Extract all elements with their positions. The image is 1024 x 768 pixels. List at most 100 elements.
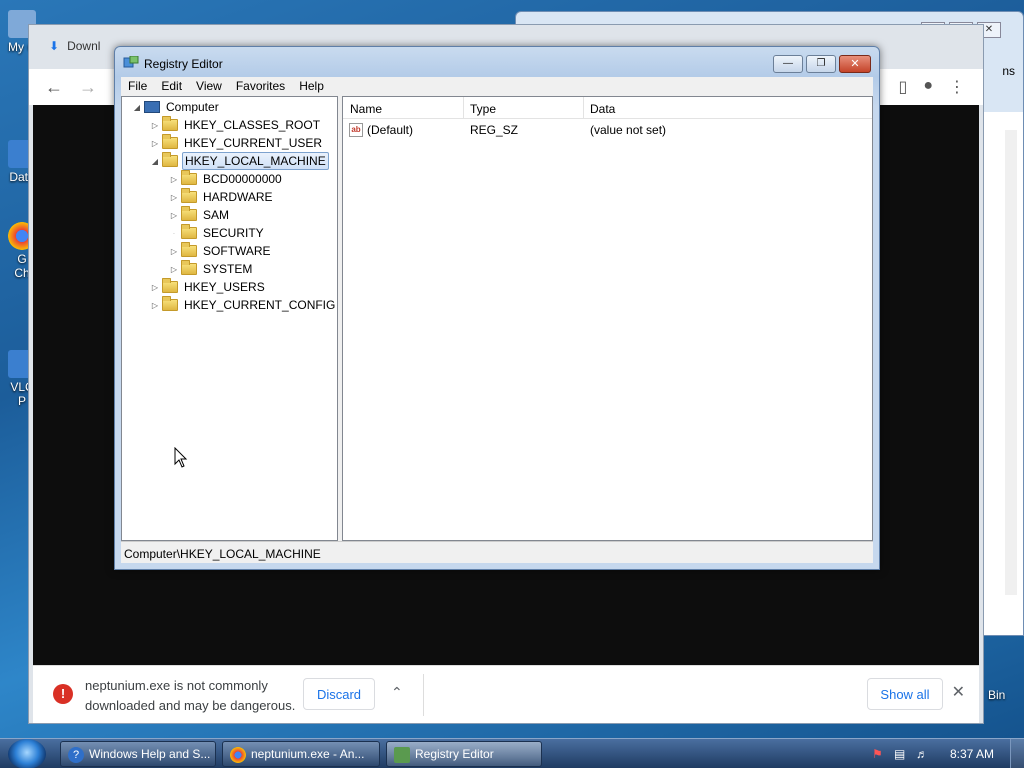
- tree-node-key[interactable]: ▷ HARDWARE: [169, 188, 275, 206]
- collapse-icon[interactable]: ◢: [132, 103, 142, 112]
- folder-icon: [162, 278, 178, 293]
- folder-icon: [181, 206, 197, 221]
- menu-bar: File Edit View Favorites Help: [121, 77, 873, 96]
- taskbar: ? Windows Help and S... neptunium.exe - …: [0, 738, 1024, 768]
- expand-icon[interactable]: ▷: [150, 301, 160, 310]
- minimize-icon[interactable]: —: [773, 55, 803, 73]
- column-header-name[interactable]: Name: [350, 102, 382, 116]
- maximize-icon[interactable]: ❐: [806, 55, 836, 73]
- folder-icon: [181, 170, 197, 185]
- value-type: REG_SZ: [470, 123, 519, 137]
- tree-node-key[interactable]: ▷ SAM: [169, 206, 231, 224]
- menu-file[interactable]: File: [121, 77, 154, 96]
- tree-node-hive[interactable]: ▷ HKEY_CURRENT_USER: [150, 134, 324, 152]
- show-desktop-button[interactable]: [1010, 739, 1024, 768]
- expand-icon[interactable]: ▷: [169, 175, 179, 184]
- download-icon: ⬇: [49, 39, 60, 53]
- chrome-icon: [230, 747, 246, 763]
- menu-view[interactable]: View: [189, 77, 229, 96]
- taskbar-button-label: neptunium.exe - An...: [251, 747, 365, 761]
- download-warning-text: neptunium.exe is not commonly downloaded…: [85, 678, 296, 713]
- tree-node-hive[interactable]: ▷ HKEY_CURRENT_CONFIG: [150, 296, 337, 314]
- column-divider[interactable]: [583, 97, 584, 119]
- help-icon: ?: [68, 747, 84, 763]
- tree-node-key[interactable]: ▷ SOFTWARE: [169, 242, 273, 260]
- column-divider[interactable]: [463, 97, 464, 119]
- computer-icon: [144, 101, 160, 113]
- chevron-up-icon[interactable]: ⌃: [391, 684, 403, 701]
- close-icon[interactable]: ✕: [952, 682, 965, 702]
- system-tray: ⚑ ▤ ♬ 8:37 AM: [864, 739, 1024, 768]
- registry-tree[interactable]: ◢ Computer ▷ HKEY_CLASSES_ROOT ▷ HKEY_CU…: [121, 96, 338, 541]
- registry-icon: [394, 747, 410, 763]
- title-bar[interactable]: Registry Editor — ❐ ✕: [115, 47, 879, 77]
- expand-icon[interactable]: ▷: [169, 211, 179, 220]
- download-bar: ! neptunium.exe is not commonly download…: [33, 665, 979, 723]
- expand-icon[interactable]: ▷: [150, 121, 160, 130]
- registry-editor-window[interactable]: Registry Editor — ❐ ✕ File Edit View Fav…: [114, 46, 880, 570]
- tree-node-key[interactable]: ▷ BCD00000000: [169, 170, 284, 188]
- tab-label: Downl: [67, 39, 101, 53]
- tree-node-hive[interactable]: ▷ HKEY_CLASSES_ROOT: [150, 116, 322, 134]
- window-edge-text: ns: [1002, 64, 1015, 78]
- profile-icon[interactable]: ●: [923, 77, 933, 97]
- tab-downloads[interactable]: ⬇ Downl: [49, 39, 100, 53]
- mouse-cursor-icon: [174, 447, 188, 468]
- string-value-icon: ab: [349, 123, 363, 137]
- expand-icon[interactable]: ▷: [169, 265, 179, 274]
- folder-icon: [162, 116, 178, 131]
- tree-node-key[interactable]: ▷ SYSTEM: [169, 260, 254, 278]
- column-header-type[interactable]: Type: [470, 102, 496, 116]
- folder-icon: [162, 134, 178, 149]
- expand-icon[interactable]: ▷: [150, 139, 160, 148]
- divider: [423, 674, 424, 716]
- tree-node-hive[interactable]: ▷ HKEY_USERS: [150, 278, 267, 296]
- menu-icon[interactable]: ⋮: [949, 77, 965, 97]
- expand-icon[interactable]: ▷: [150, 283, 160, 292]
- clock[interactable]: 8:37 AM: [950, 747, 994, 761]
- sidepanel-icon[interactable]: ▯: [899, 77, 908, 97]
- discard-button[interactable]: Discard: [303, 678, 375, 710]
- values-list[interactable]: Name Type Data ab (Default) REG_SZ (valu…: [342, 96, 873, 541]
- network-icon[interactable]: ▤: [894, 747, 908, 761]
- desktop-icon-label: Bin: [988, 688, 1006, 702]
- taskbar-button-label: Registry Editor: [415, 747, 494, 761]
- tree-node-hive-selected[interactable]: ◢ HKEY_LOCAL_MACHINE: [150, 152, 329, 170]
- tree-node-computer[interactable]: ◢ Computer: [132, 98, 221, 116]
- folder-icon: [181, 260, 197, 275]
- menu-help[interactable]: Help: [292, 77, 331, 96]
- taskbar-button-help[interactable]: ? Windows Help and S...: [60, 741, 216, 767]
- volume-icon[interactable]: ♬: [916, 747, 930, 761]
- close-icon[interactable]: ✕: [839, 55, 871, 73]
- expand-icon[interactable]: ▷: [169, 193, 179, 202]
- forward-icon[interactable]: →: [79, 77, 97, 98]
- tree-node-key[interactable]: · SECURITY: [169, 224, 266, 242]
- folder-icon: [181, 188, 197, 203]
- taskbar-button-chrome[interactable]: neptunium.exe - An...: [222, 741, 380, 767]
- scrollbar[interactable]: [1005, 130, 1017, 595]
- collapse-icon[interactable]: ◢: [150, 157, 160, 166]
- back-icon[interactable]: ←: [45, 77, 63, 98]
- desktop-icon-recycle-bin[interactable]: Bin: [988, 688, 1005, 702]
- taskbar-button-label: Windows Help and S...: [89, 747, 211, 761]
- window-controls: — ❐ ✕: [773, 55, 871, 73]
- folder-open-icon: [162, 152, 178, 167]
- list-header: Name Type Data: [343, 97, 872, 119]
- registry-icon: [123, 56, 139, 68]
- tree-line: ·: [172, 228, 176, 238]
- menu-favorites[interactable]: Favorites: [229, 77, 292, 96]
- start-button[interactable]: [8, 739, 46, 768]
- value-data: (value not set): [590, 123, 667, 137]
- show-all-button[interactable]: Show all: [867, 678, 943, 710]
- list-item[interactable]: ab (Default) REG_SZ (value not set): [343, 121, 872, 139]
- menu-edit[interactable]: Edit: [154, 77, 189, 96]
- value-name: (Default): [367, 123, 414, 137]
- action-center-icon[interactable]: ⚑: [872, 747, 886, 761]
- column-header-data[interactable]: Data: [590, 102, 615, 116]
- expand-icon[interactable]: ▷: [169, 247, 179, 256]
- window-title: Registry Editor: [144, 57, 223, 71]
- taskbar-button-regedit[interactable]: Registry Editor: [386, 741, 542, 767]
- toolbar-right: ▯ ● ⋮: [899, 77, 965, 97]
- folder-icon: [181, 242, 197, 257]
- folder-icon: [162, 296, 178, 311]
